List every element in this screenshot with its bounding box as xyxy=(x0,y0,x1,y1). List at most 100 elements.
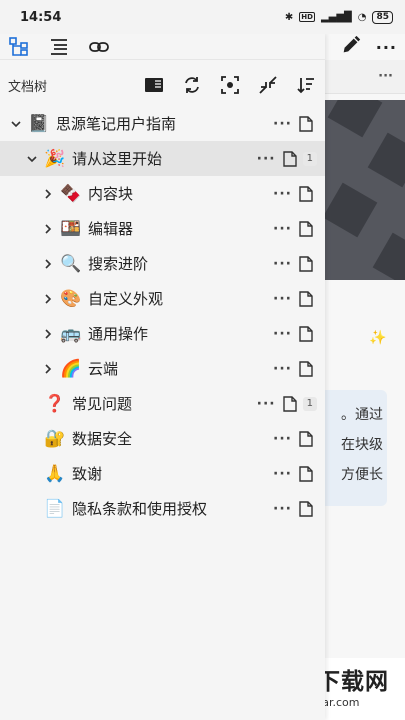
book-icon[interactable] xyxy=(143,74,165,96)
app-root: 14:54 ✱ HD ▂▄▆█ ◔ 85 ··· ··· ✨ 。通过 在块级 方… xyxy=(0,0,405,720)
bento-icon: 🍱 xyxy=(60,218,82,239)
new-doc-icon[interactable] xyxy=(299,325,313,342)
new-doc-icon[interactable] xyxy=(299,360,313,377)
more-icon[interactable]: ··· xyxy=(273,326,291,342)
chevron-right-icon[interactable] xyxy=(40,291,56,307)
chevron-right-icon[interactable] xyxy=(40,186,56,202)
status-bar: 14:54 ✱ HD ▂▄▆█ ◔ 85 xyxy=(0,0,405,34)
focus-icon[interactable] xyxy=(219,74,241,96)
tree-item-doc[interactable]: 🌈 云端 ··· xyxy=(0,351,325,386)
new-doc-icon[interactable] xyxy=(299,290,313,307)
wifi-icon: ◔ xyxy=(357,11,367,23)
tree-item-label: 云端 xyxy=(88,360,119,378)
more-icon[interactable]: ··· xyxy=(273,256,291,272)
signal-icon: ▂▄▆█ xyxy=(320,11,352,23)
editor-sub-more-icon[interactable]: ··· xyxy=(378,69,393,84)
tree-item-doc[interactable]: 🔍 搜索进阶 ··· xyxy=(0,246,325,281)
tree-item-label: 搜索进阶 xyxy=(88,255,149,273)
editor-subbar: ··· xyxy=(325,60,405,94)
tree-item-label: 自定义外观 xyxy=(88,290,164,308)
tree-item-label: 常见问题 xyxy=(72,395,133,413)
bluetooth-icon: ✱ xyxy=(284,11,294,23)
chocolate-icon: 🍫 xyxy=(60,183,82,204)
editor-toolbar: ··· xyxy=(325,34,405,60)
callout-block: 。通过 在块级 方便长 xyxy=(325,390,387,506)
notebook-icon: 📓 xyxy=(28,113,50,134)
chevron-right-icon[interactable] xyxy=(40,361,56,377)
tree-item-doc[interactable]: ❓ 常见问题 ··· 1 xyxy=(0,386,325,421)
collapse-icon[interactable] xyxy=(257,74,279,96)
more-icon[interactable]: ··· xyxy=(273,431,291,447)
callout-line: 。通过 xyxy=(341,407,383,423)
new-doc-icon[interactable] xyxy=(299,465,313,482)
new-doc-icon[interactable] xyxy=(299,185,313,202)
new-doc-icon[interactable] xyxy=(299,430,313,447)
chevron-right-icon[interactable] xyxy=(40,326,56,342)
more-icon[interactable]: ··· xyxy=(257,151,275,167)
editor-area: ··· ··· ✨ 。通过 在块级 方便长 xyxy=(325,34,405,720)
more-icon[interactable]: ··· xyxy=(273,116,291,132)
sparkle-icon: ✨ xyxy=(369,330,387,346)
tree-item-label: 编辑器 xyxy=(88,220,134,238)
document-tree-panel: 文档树 📓 思源笔记用户指南 ··· 🎉 请从这里开始 ··· 1 🍫 内容块 … xyxy=(0,34,325,720)
chevron-down-icon[interactable] xyxy=(8,116,24,132)
tree-item-notebook[interactable]: 📓 思源笔记用户指南 ··· xyxy=(0,106,325,141)
question-mark-icon: ❓ xyxy=(44,393,66,414)
tree-item-doc[interactable]: 🎨 自定义外观 ··· xyxy=(0,281,325,316)
tree-item-label: 思源笔记用户指南 xyxy=(56,115,177,133)
page-icon: 📄 xyxy=(44,498,66,519)
link-icon[interactable] xyxy=(88,36,110,58)
new-doc-icon[interactable] xyxy=(282,150,297,167)
status-icons: ✱ HD ▂▄▆█ ◔ 85 xyxy=(284,10,393,24)
panel-tabs xyxy=(0,34,325,60)
callout-line: 方便长 xyxy=(341,467,383,483)
tree-item-label: 数据安全 xyxy=(72,430,133,448)
status-time: 14:54 xyxy=(20,9,62,25)
new-doc-icon[interactable] xyxy=(299,255,313,272)
tree-item-doc[interactable]: 🍱 编辑器 ··· xyxy=(0,211,325,246)
tree-item-label: 隐私条款和使用授权 xyxy=(72,500,208,518)
edit-pencil-icon[interactable] xyxy=(340,34,362,60)
rainbow-icon: 🌈 xyxy=(60,358,82,379)
tree-item-label: 通用操作 xyxy=(88,325,149,343)
tree-view-icon[interactable] xyxy=(8,36,30,58)
tree-item-doc[interactable]: 🍫 内容块 ··· xyxy=(0,176,325,211)
new-doc-icon[interactable] xyxy=(299,220,313,237)
battery-indicator: 85 xyxy=(372,10,393,24)
outline-icon[interactable] xyxy=(48,36,70,58)
tree-item-label: 内容块 xyxy=(88,185,134,203)
tree-item-doc[interactable]: 📄 隐私条款和使用授权 ··· xyxy=(0,491,325,526)
hd-icon: HD xyxy=(299,12,315,22)
chevron-right-icon[interactable] xyxy=(40,256,56,272)
new-doc-icon[interactable] xyxy=(299,500,313,517)
tree-item-doc[interactable]: 🔐 数据安全 ··· xyxy=(0,421,325,456)
subdoc-count-badge: 1 xyxy=(302,396,317,411)
more-icon[interactable]: ··· xyxy=(273,291,291,307)
bus-icon: 🚌 xyxy=(60,323,82,344)
party-popper-icon: 🎉 xyxy=(44,148,66,169)
more-icon[interactable]: ··· xyxy=(273,186,291,202)
chevron-down-icon[interactable] xyxy=(24,151,40,167)
tree-item-doc[interactable]: 🎉 请从这里开始 ··· 1 xyxy=(0,141,325,176)
sort-icon[interactable] xyxy=(295,74,317,96)
doc-tree-header: 文档树 xyxy=(0,66,325,104)
tree-item-label: 请从这里开始 xyxy=(72,150,163,168)
chevron-right-icon[interactable] xyxy=(40,221,56,237)
editor-more-icon[interactable]: ··· xyxy=(376,38,397,57)
doc-tree: 📓 思源笔记用户指南 ··· 🎉 请从这里开始 ··· 1 🍫 内容块 ··· xyxy=(0,106,325,526)
tree-item-doc[interactable]: 🚌 通用操作 ··· xyxy=(0,316,325,351)
more-icon[interactable]: ··· xyxy=(273,361,291,377)
more-icon[interactable]: ··· xyxy=(257,396,275,412)
more-icon[interactable]: ··· xyxy=(273,501,291,517)
callout-line: 在块级 xyxy=(341,437,383,453)
more-icon[interactable]: ··· xyxy=(273,221,291,237)
tree-item-doc[interactable]: 🙏 致谢 ··· xyxy=(0,456,325,491)
document-cover-image xyxy=(325,100,405,280)
lock-icon: 🔐 xyxy=(44,428,66,449)
more-icon[interactable]: ··· xyxy=(273,466,291,482)
refresh-icon[interactable] xyxy=(181,74,203,96)
new-doc-icon[interactable] xyxy=(299,115,313,132)
subdoc-count-badge: 1 xyxy=(302,151,317,166)
new-doc-icon[interactable] xyxy=(282,395,297,412)
praying-hands-icon: 🙏 xyxy=(44,463,66,484)
